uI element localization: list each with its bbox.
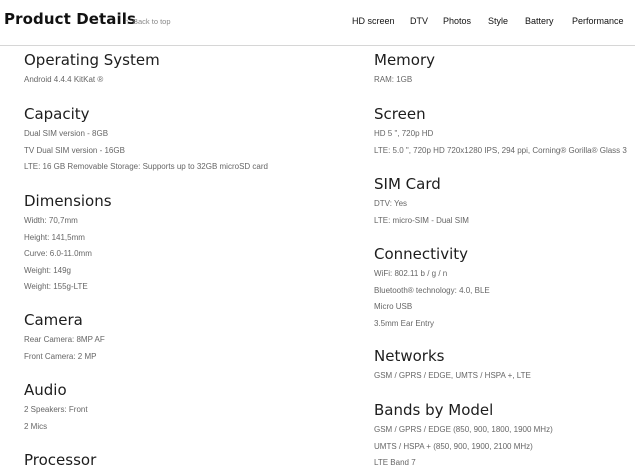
spec-heading: Audio <box>24 381 67 399</box>
spec-heading: Processor <box>24 451 97 469</box>
spec-item: DTV: Yes <box>374 199 408 208</box>
spec-heading: Networks <box>374 347 445 365</box>
nav-link-style[interactable]: Style <box>488 16 508 26</box>
spec-item: LTE: 5.0 ", 720p HD 720x1280 IPS, 294 pp… <box>374 145 627 155</box>
spec-item: Bluetooth® technology: 4.0, BLE <box>374 285 490 295</box>
spec-heading: Connectivity <box>374 245 468 263</box>
spec-item: UMTS / HSPA + (850, 900, 1900, 2100 MHz) <box>374 441 533 451</box>
spec-section-capacity: Capacity Dual SIM version - 8GB TV Dual SI… <box>24 105 268 176</box>
spec-item: Android 4.4.4 KitKat ® <box>24 75 104 84</box>
spec-list: Dual SIM version - 8GB TV Dual SIM versio… <box>24 126 268 176</box>
spec-list: WiFi: 802.11 b / g / n Bluetooth® technol… <box>374 266 490 332</box>
spec-item: Weight: 149g <box>24 265 71 275</box>
spec-list: 2 Speakers: Front 2 Mics <box>24 402 88 435</box>
spec-list: GSM / GPRS / EDGE (850, 900, 1800, 1900 … <box>374 422 553 470</box>
spec-list: GSM / GPRS / EDGE, UMTS / HSPA +, LTE <box>374 368 531 385</box>
spec-list: Width: 70,7mm Height: 141,5mm Curve: 6.0-1… <box>24 213 112 296</box>
spec-heading: Memory <box>374 51 436 69</box>
spec-item: Front Camera: 2 MP <box>24 351 97 361</box>
spec-section-sim-card: SIM Card DTV: Yes LTE: micro-SIM - Dual SI… <box>374 175 469 229</box>
spec-item: 2 Mics <box>24 421 48 431</box>
spec-section-processor: Processor <box>24 451 96 470</box>
spec-heading: Capacity <box>24 105 90 123</box>
spec-list: Rear Camera: 8MP AF Front Camera: 2 MP <box>24 332 105 365</box>
top-bar: Product Details ↑ Back to top HD screen … <box>0 0 635 46</box>
spec-item: LTE Band 7 <box>374 458 416 467</box>
spec-item: 3.5mm Ear Entry <box>374 318 435 328</box>
spec-section-camera: Camera Rear Camera: 8MP AF Front Camera: 2… <box>24 311 105 365</box>
spec-section-operating-system: Operating System Android 4.4.4 KitKat ® <box>24 51 160 89</box>
spec-heading: Screen <box>374 105 426 123</box>
spec-content: Operating System Android 4.4.4 KitKat ® Ca… <box>0 46 635 470</box>
spec-item: Curve: 6.0-11.0mm <box>24 249 92 258</box>
nav-link-dtv[interactable]: DTV <box>410 16 428 26</box>
spec-heading: Dimensions <box>24 192 112 210</box>
spec-item: Weight: 155g-LTE <box>24 282 88 291</box>
spec-heading: Bands by Model <box>374 401 494 419</box>
nav-link-hd-screen[interactable]: HD screen <box>352 16 395 26</box>
spec-heading: Camera <box>24 311 83 329</box>
spec-section-networks: Networks GSM / GPRS / EDGE, UMTS / HSPA +… <box>374 347 531 385</box>
spec-item: Dual SIM version - 8GB <box>24 129 109 138</box>
spec-item: HD 5 ", 720p HD <box>374 129 434 138</box>
spec-item: RAM: 1GB <box>374 75 413 84</box>
spec-item: Height: 141,5mm <box>24 232 85 242</box>
spec-section-audio: Audio 2 Speakers: Front 2 Mics <box>24 381 88 435</box>
spec-item: Width: 70,7mm <box>24 216 78 225</box>
spec-item: 2 Speakers: Front <box>24 405 88 414</box>
spec-list: Android 4.4.4 KitKat ® <box>24 72 160 89</box>
spec-section-screen: Screen HD 5 ", 720p HD LTE: 5.0 ", 720p HD… <box>374 105 627 159</box>
spec-item: LTE: micro-SIM - Dual SIM <box>374 215 469 225</box>
spec-item: WiFi: 802.11 b / g / n <box>374 269 448 278</box>
spec-item: GSM / GPRS / EDGE (850, 900, 1800, 1900 … <box>374 425 553 434</box>
arrow-up-icon: ↑ <box>125 17 129 26</box>
spec-section-bands-by-model: Bands by Model GSM / GPRS / EDGE (850, 90… <box>374 401 553 470</box>
page-title: Product Details <box>4 10 137 28</box>
nav-link-performance[interactable]: Performance <box>572 16 624 26</box>
spec-section-dimensions: Dimensions Width: 70,7mm Height: 141,5mm Cu… <box>24 192 112 296</box>
spec-heading: Operating System <box>24 51 160 69</box>
spec-item: Micro USB <box>374 302 413 311</box>
spec-item: LTE: 16 GB Removable Storage: Supports u… <box>24 162 268 171</box>
spec-item: GSM / GPRS / EDGE, UMTS / HSPA +, LTE <box>374 371 531 380</box>
spec-list: RAM: 1GB <box>374 72 435 89</box>
spec-section-memory: Memory RAM: 1GB <box>374 51 435 89</box>
spec-list: DTV: Yes LTE: micro-SIM - Dual SIM <box>374 196 469 229</box>
spec-heading: SIM Card <box>374 175 441 193</box>
spec-item: Rear Camera: 8MP AF <box>24 335 105 344</box>
nav-link-battery[interactable]: Battery <box>525 16 554 26</box>
back-to-top-label: Back to top <box>133 17 171 26</box>
back-to-top-link[interactable]: ↑ Back to top <box>125 17 171 26</box>
spec-list: HD 5 ", 720p HD LTE: 5.0 ", 720p HD 720x1… <box>374 126 627 159</box>
nav-link-photos[interactable]: Photos <box>443 16 471 26</box>
spec-section-connectivity: Connectivity WiFi: 802.11 b / g / n Blueto… <box>374 245 490 332</box>
spec-item: TV Dual SIM version - 16GB <box>24 145 125 155</box>
